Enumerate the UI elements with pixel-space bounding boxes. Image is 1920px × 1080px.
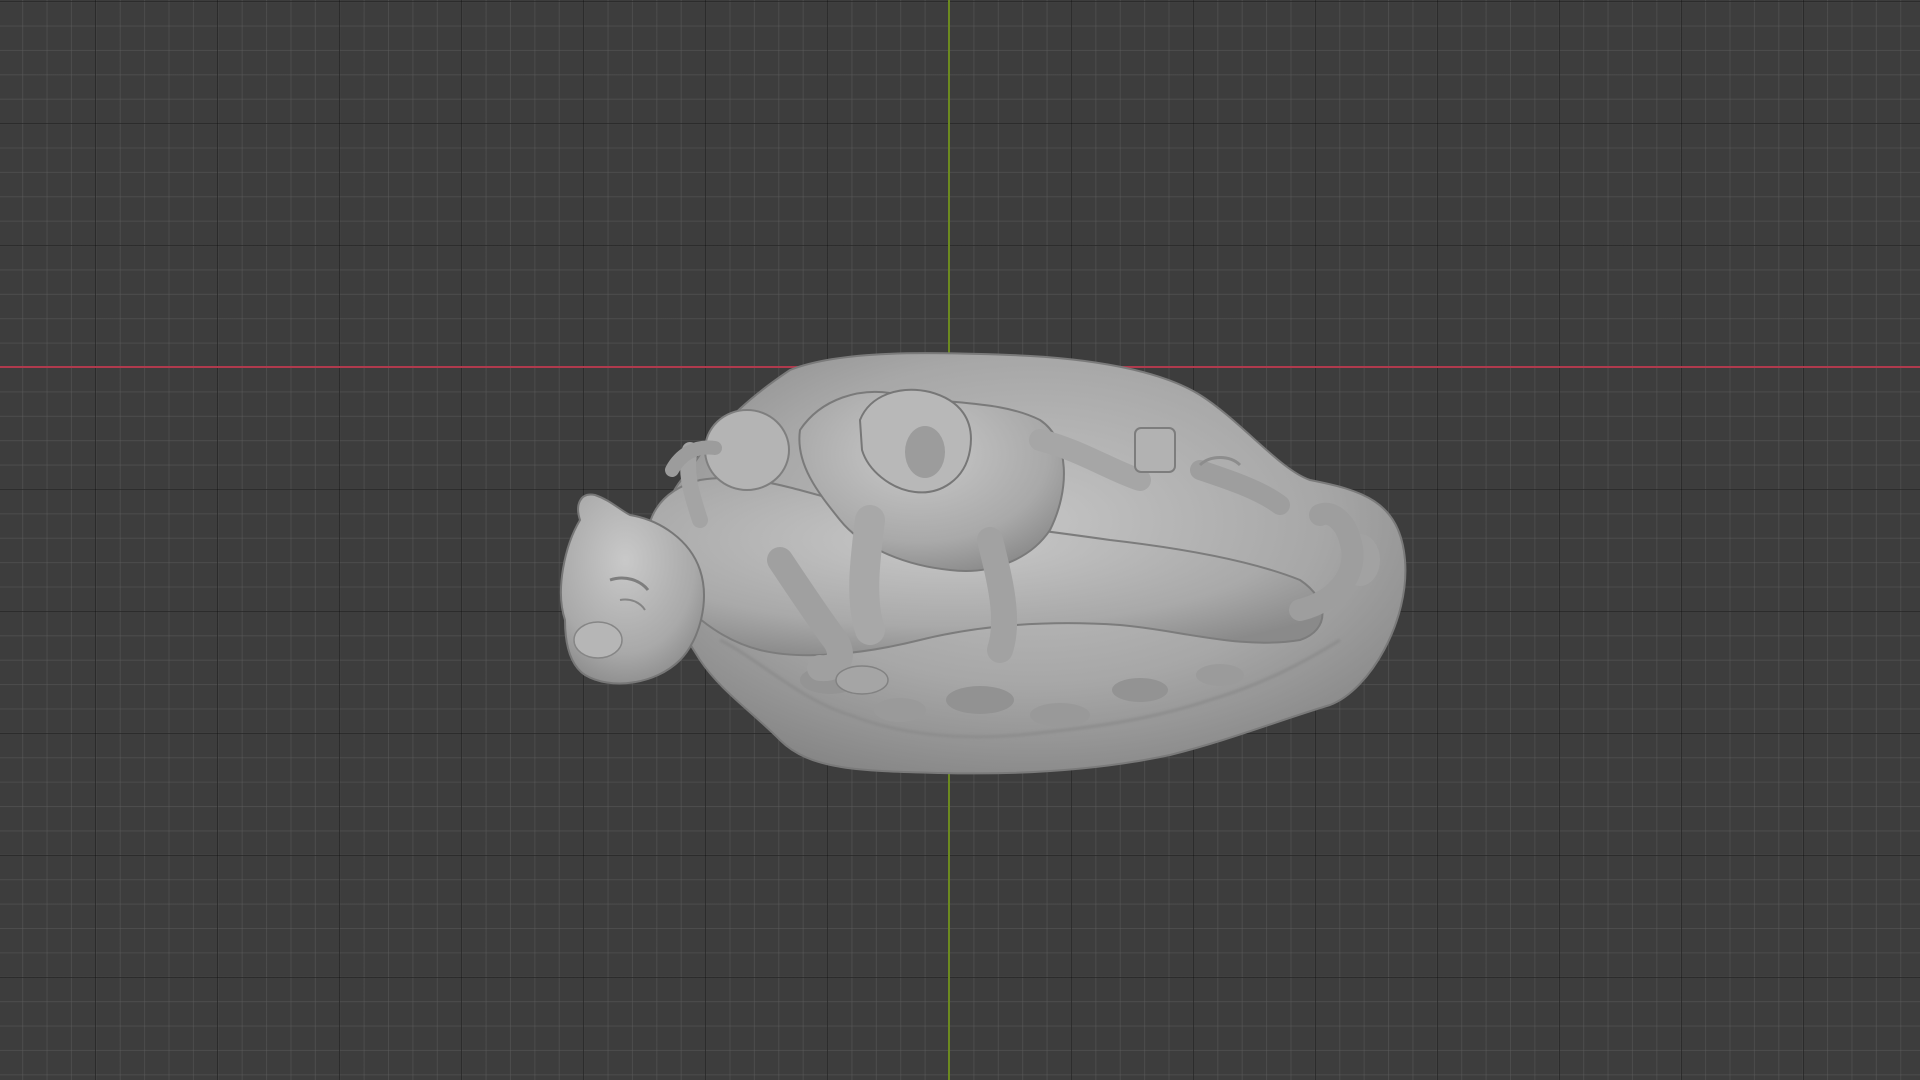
- 3d-viewport[interactable]: [0, 0, 1920, 1080]
- sculpted-mesh-object[interactable]: [0, 0, 1920, 1080]
